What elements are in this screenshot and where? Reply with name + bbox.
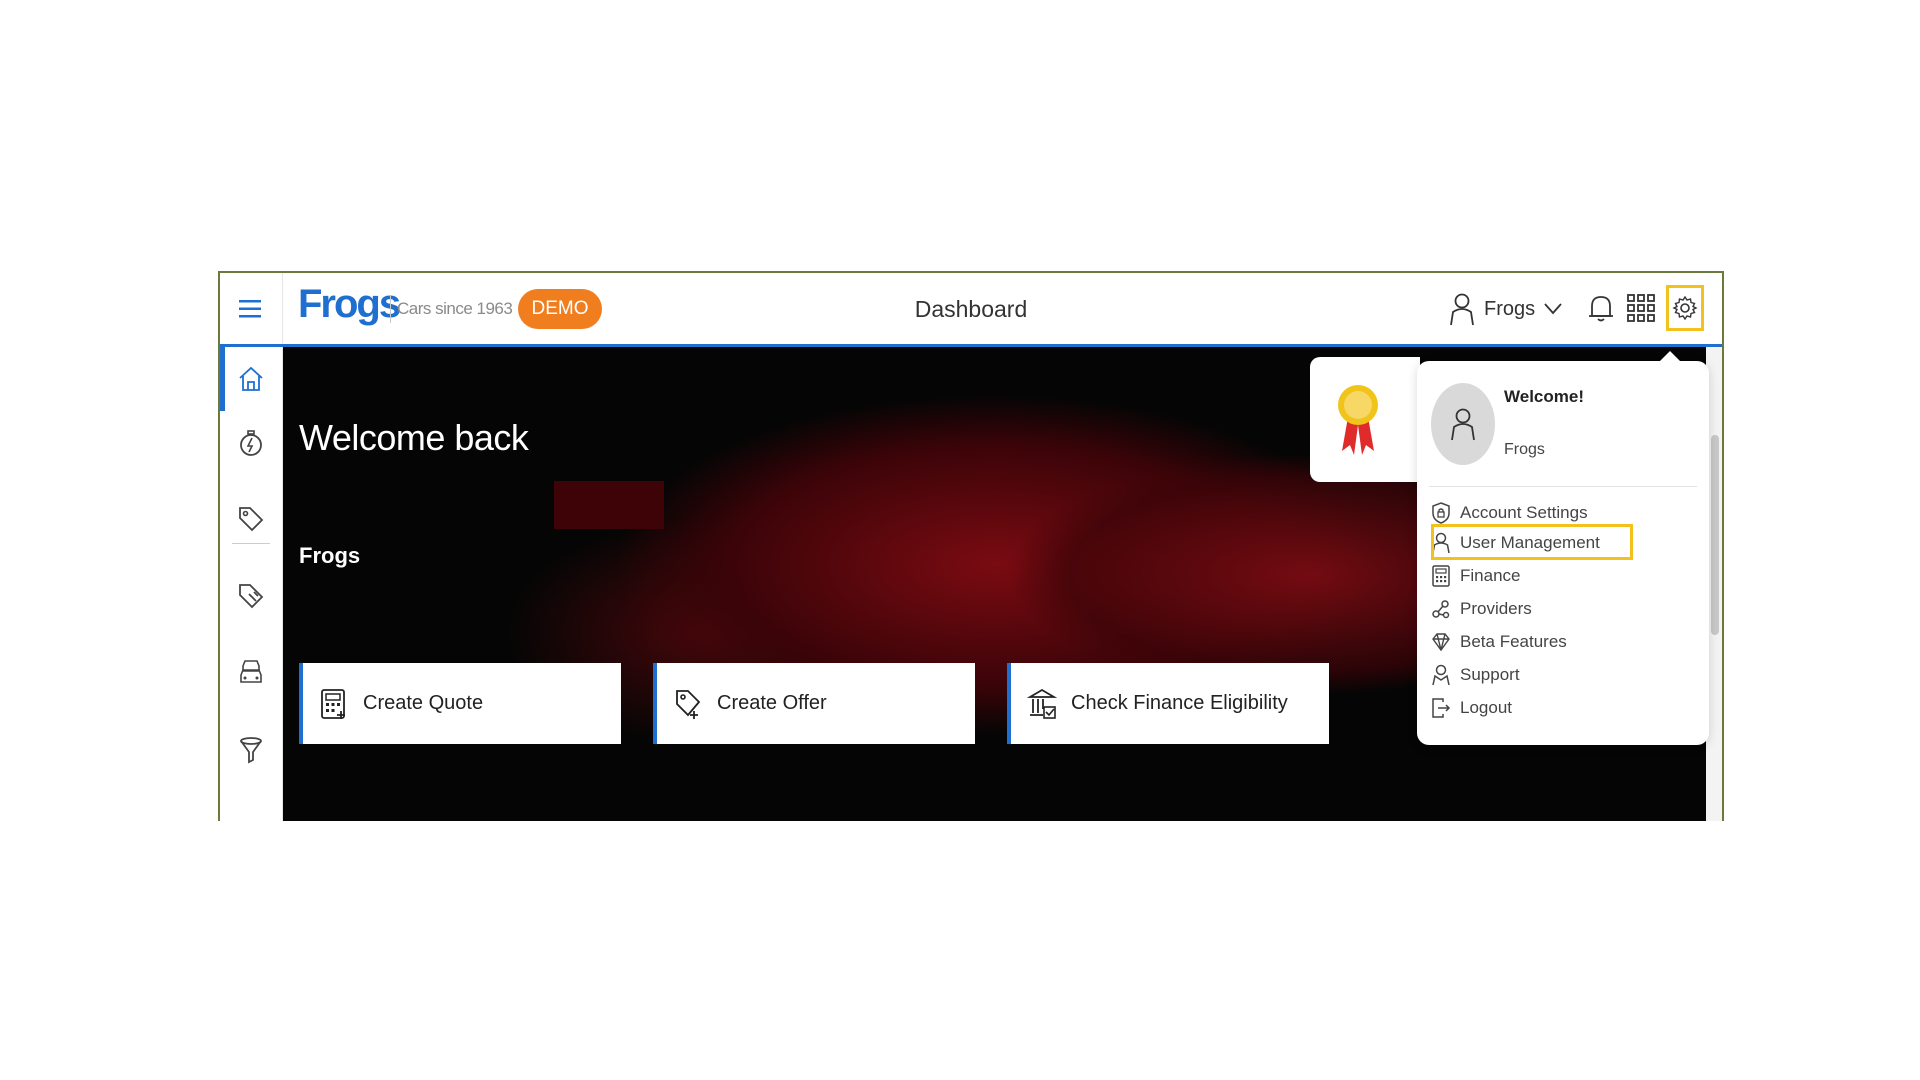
home-icon — [239, 366, 263, 391]
avatar — [1431, 383, 1495, 465]
cars-icon — [240, 660, 262, 683]
menu-item-support[interactable]: Support — [1431, 661, 1520, 689]
menu-label: Beta Features — [1460, 632, 1567, 651]
menu-item-finance[interactable]: Finance — [1431, 562, 1520, 590]
nav-home[interactable] — [220, 347, 282, 411]
funnel-icon — [240, 737, 262, 764]
user-menu-label: Frogs — [1484, 297, 1536, 320]
calculator-icon — [1432, 565, 1450, 587]
redacted-area — [554, 481, 664, 529]
stopwatch-icon — [240, 430, 262, 456]
dropdown-user-name: Frogs — [1504, 441, 1545, 458]
chevron-down-icon — [1544, 303, 1562, 315]
tag-plus-icon — [676, 689, 701, 719]
top-bar: Frogs Cars since 1963 DEMO Dashboard Fro… — [220, 273, 1722, 347]
dropdown-welcome: Welcome! — [1504, 387, 1584, 406]
support-user-icon — [1432, 664, 1450, 686]
logout-icon — [1432, 698, 1451, 718]
menu-label: Logout — [1460, 698, 1512, 717]
menu-label: Account Settings — [1460, 503, 1588, 522]
calculator-icon — [321, 688, 345, 719]
tag-icon — [239, 507, 264, 532]
wrench-tag-icon — [239, 584, 264, 609]
user-menu-button[interactable]: Frogs — [1448, 289, 1563, 329]
scrollbar-thumb[interactable] — [1711, 435, 1719, 635]
diamond-icon — [1432, 633, 1450, 652]
user-icon — [1450, 293, 1474, 326]
award-ribbon-icon — [1338, 385, 1378, 455]
side-nav — [220, 347, 283, 821]
check-finance-eligibility-label: Check Finance Eligibility — [1071, 692, 1288, 714]
menu-label: Support — [1460, 665, 1520, 684]
nav-stopwatch[interactable] — [220, 411, 282, 475]
create-quote-button[interactable]: Create Quote — [299, 663, 621, 744]
menu-item-beta-features[interactable]: Beta Features — [1431, 628, 1567, 656]
nav-cars[interactable] — [220, 641, 282, 705]
divider — [1429, 486, 1697, 487]
menu-item-providers[interactable]: Providers — [1431, 595, 1532, 623]
apps-grid-icon[interactable] — [1624, 291, 1658, 325]
settings-button[interactable] — [1666, 285, 1704, 331]
menu-label: Providers — [1460, 599, 1532, 618]
nav-funnel[interactable] — [220, 718, 282, 782]
create-offer-button[interactable]: Create Offer — [653, 663, 975, 744]
welcome-name: Frogs — [299, 543, 361, 568]
shield-lock-icon — [1432, 502, 1450, 524]
settings-dropdown: Welcome! Frogs Account Settings User Man… — [1417, 351, 1709, 745]
create-offer-label: Create Offer — [717, 692, 827, 714]
menu-label: Finance — [1460, 566, 1521, 585]
nav-wrench-tag[interactable] — [220, 564, 282, 628]
menu-item-logout[interactable]: Logout — [1431, 694, 1512, 722]
gear-icon — [1672, 295, 1698, 321]
focus-highlight — [1431, 524, 1633, 560]
menu-item-account-settings[interactable]: Account Settings — [1431, 499, 1588, 527]
create-quote-label: Create Quote — [363, 692, 484, 714]
welcome-heading: Welcome back — [299, 417, 529, 458]
user-icon — [1451, 408, 1475, 441]
network-icon — [1432, 600, 1450, 619]
bell-icon[interactable] — [1584, 291, 1618, 325]
nav-tag[interactable] — [220, 487, 282, 551]
check-finance-eligibility-button[interactable]: Check Finance Eligibility — [1007, 663, 1329, 744]
award-card — [1310, 357, 1420, 482]
bank-check-icon — [1027, 688, 1057, 719]
